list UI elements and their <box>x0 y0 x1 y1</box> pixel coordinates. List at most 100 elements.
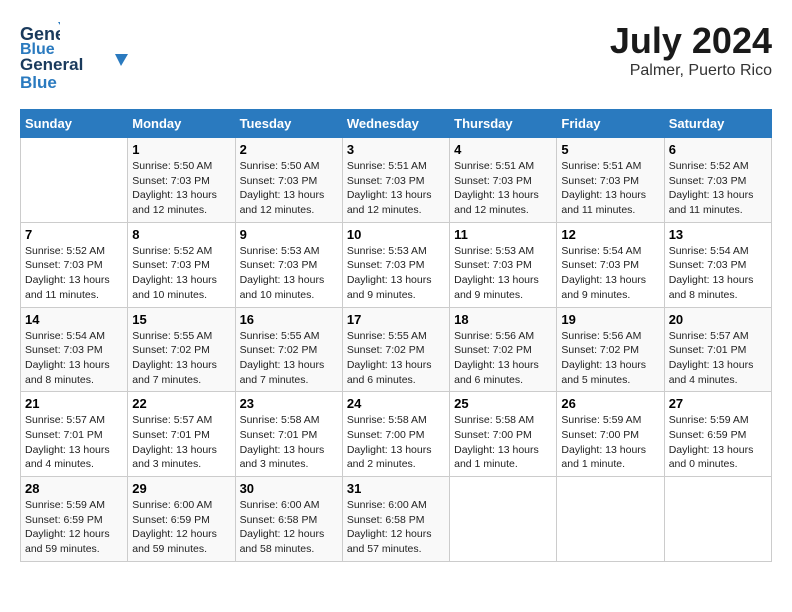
calendar-cell: 8 Sunrise: 5:52 AM Sunset: 7:03 PM Dayli… <box>128 222 235 307</box>
calendar-cell: 11 Sunrise: 5:53 AM Sunset: 7:03 PM Dayl… <box>450 222 557 307</box>
cell-info: Sunrise: 5:52 AM Sunset: 7:03 PM Dayligh… <box>132 244 230 303</box>
day-number: 22 <box>132 396 230 411</box>
calendar-cell: 4 Sunrise: 5:51 AM Sunset: 7:03 PM Dayli… <box>450 138 557 223</box>
col-monday: Monday <box>128 110 235 138</box>
calendar-cell <box>557 477 664 562</box>
day-number: 20 <box>669 312 767 327</box>
day-number: 16 <box>240 312 338 327</box>
calendar-cell: 27 Sunrise: 5:59 AM Sunset: 6:59 PM Dayl… <box>664 392 771 477</box>
calendar-cell: 23 Sunrise: 5:58 AM Sunset: 7:01 PM Dayl… <box>235 392 342 477</box>
cell-info: Sunrise: 5:53 AM Sunset: 7:03 PM Dayligh… <box>454 244 552 303</box>
header: General Blue General Blue July 2024 Palm… <box>20 20 772 99</box>
day-number: 31 <box>347 481 445 496</box>
day-number: 8 <box>132 227 230 242</box>
day-number: 26 <box>561 396 659 411</box>
calendar-cell: 12 Sunrise: 5:54 AM Sunset: 7:03 PM Dayl… <box>557 222 664 307</box>
month-title: July 2024 <box>610 20 772 62</box>
cell-info: Sunrise: 5:51 AM Sunset: 7:03 PM Dayligh… <box>454 159 552 218</box>
cell-info: Sunrise: 5:58 AM Sunset: 7:00 PM Dayligh… <box>454 413 552 472</box>
calendar-cell: 29 Sunrise: 6:00 AM Sunset: 6:59 PM Dayl… <box>128 477 235 562</box>
calendar-cell <box>450 477 557 562</box>
calendar-cell: 13 Sunrise: 5:54 AM Sunset: 7:03 PM Dayl… <box>664 222 771 307</box>
day-number: 3 <box>347 142 445 157</box>
calendar-cell: 16 Sunrise: 5:55 AM Sunset: 7:02 PM Dayl… <box>235 307 342 392</box>
calendar-cell: 6 Sunrise: 5:52 AM Sunset: 7:03 PM Dayli… <box>664 138 771 223</box>
cell-info: Sunrise: 5:57 AM Sunset: 7:01 PM Dayligh… <box>25 413 123 472</box>
svg-text:General: General <box>20 55 83 74</box>
calendar-cell: 17 Sunrise: 5:55 AM Sunset: 7:02 PM Dayl… <box>342 307 449 392</box>
cell-info: Sunrise: 5:55 AM Sunset: 7:02 PM Dayligh… <box>240 329 338 388</box>
col-thursday: Thursday <box>450 110 557 138</box>
day-number: 10 <box>347 227 445 242</box>
cell-info: Sunrise: 5:54 AM Sunset: 7:03 PM Dayligh… <box>669 244 767 303</box>
day-number: 18 <box>454 312 552 327</box>
calendar-cell: 10 Sunrise: 5:53 AM Sunset: 7:03 PM Dayl… <box>342 222 449 307</box>
day-number: 25 <box>454 396 552 411</box>
day-number: 24 <box>347 396 445 411</box>
day-number: 5 <box>561 142 659 157</box>
calendar-cell: 31 Sunrise: 6:00 AM Sunset: 6:58 PM Dayl… <box>342 477 449 562</box>
day-number: 9 <box>240 227 338 242</box>
day-number: 1 <box>132 142 230 157</box>
header-row: Sunday Monday Tuesday Wednesday Thursday… <box>21 110 772 138</box>
calendar-cell: 3 Sunrise: 5:51 AM Sunset: 7:03 PM Dayli… <box>342 138 449 223</box>
day-number: 30 <box>240 481 338 496</box>
calendar-cell: 1 Sunrise: 5:50 AM Sunset: 7:03 PM Dayli… <box>128 138 235 223</box>
calendar-cell: 14 Sunrise: 5:54 AM Sunset: 7:03 PM Dayl… <box>21 307 128 392</box>
cell-info: Sunrise: 5:56 AM Sunset: 7:02 PM Dayligh… <box>454 329 552 388</box>
week-row-2: 7 Sunrise: 5:52 AM Sunset: 7:03 PM Dayli… <box>21 222 772 307</box>
cell-info: Sunrise: 5:59 AM Sunset: 7:00 PM Dayligh… <box>561 413 659 472</box>
location-title: Palmer, Puerto Rico <box>610 62 772 80</box>
day-number: 21 <box>25 396 123 411</box>
cell-info: Sunrise: 5:53 AM Sunset: 7:03 PM Dayligh… <box>347 244 445 303</box>
day-number: 7 <box>25 227 123 242</box>
logo: General Blue General Blue <box>20 20 130 99</box>
cell-info: Sunrise: 5:54 AM Sunset: 7:03 PM Dayligh… <box>25 329 123 388</box>
cell-info: Sunrise: 5:55 AM Sunset: 7:02 PM Dayligh… <box>132 329 230 388</box>
calendar-cell: 30 Sunrise: 6:00 AM Sunset: 6:58 PM Dayl… <box>235 477 342 562</box>
cell-info: Sunrise: 5:53 AM Sunset: 7:03 PM Dayligh… <box>240 244 338 303</box>
calendar-cell: 18 Sunrise: 5:56 AM Sunset: 7:02 PM Dayl… <box>450 307 557 392</box>
cell-info: Sunrise: 6:00 AM Sunset: 6:58 PM Dayligh… <box>240 498 338 557</box>
week-row-1: 1 Sunrise: 5:50 AM Sunset: 7:03 PM Dayli… <box>21 138 772 223</box>
calendar-cell: 26 Sunrise: 5:59 AM Sunset: 7:00 PM Dayl… <box>557 392 664 477</box>
calendar-cell: 5 Sunrise: 5:51 AM Sunset: 7:03 PM Dayli… <box>557 138 664 223</box>
calendar-table: Sunday Monday Tuesday Wednesday Thursday… <box>20 109 772 562</box>
cell-info: Sunrise: 5:50 AM Sunset: 7:03 PM Dayligh… <box>240 159 338 218</box>
cell-info: Sunrise: 5:58 AM Sunset: 7:01 PM Dayligh… <box>240 413 338 472</box>
calendar-cell: 9 Sunrise: 5:53 AM Sunset: 7:03 PM Dayli… <box>235 222 342 307</box>
calendar-cell: 28 Sunrise: 5:59 AM Sunset: 6:59 PM Dayl… <box>21 477 128 562</box>
day-number: 6 <box>669 142 767 157</box>
week-row-3: 14 Sunrise: 5:54 AM Sunset: 7:03 PM Dayl… <box>21 307 772 392</box>
calendar-cell <box>21 138 128 223</box>
calendar-cell: 25 Sunrise: 5:58 AM Sunset: 7:00 PM Dayl… <box>450 392 557 477</box>
day-number: 29 <box>132 481 230 496</box>
day-number: 23 <box>240 396 338 411</box>
day-number: 4 <box>454 142 552 157</box>
cell-info: Sunrise: 5:52 AM Sunset: 7:03 PM Dayligh… <box>25 244 123 303</box>
calendar-cell: 20 Sunrise: 5:57 AM Sunset: 7:01 PM Dayl… <box>664 307 771 392</box>
day-number: 27 <box>669 396 767 411</box>
week-row-4: 21 Sunrise: 5:57 AM Sunset: 7:01 PM Dayl… <box>21 392 772 477</box>
cell-info: Sunrise: 5:50 AM Sunset: 7:03 PM Dayligh… <box>132 159 230 218</box>
col-saturday: Saturday <box>664 110 771 138</box>
svg-text:Blue: Blue <box>20 73 57 92</box>
calendar-cell: 2 Sunrise: 5:50 AM Sunset: 7:03 PM Dayli… <box>235 138 342 223</box>
logo-icon: General Blue <box>20 20 60 56</box>
cell-info: Sunrise: 5:52 AM Sunset: 7:03 PM Dayligh… <box>669 159 767 218</box>
day-number: 12 <box>561 227 659 242</box>
col-wednesday: Wednesday <box>342 110 449 138</box>
calendar-cell: 19 Sunrise: 5:56 AM Sunset: 7:02 PM Dayl… <box>557 307 664 392</box>
cell-info: Sunrise: 6:00 AM Sunset: 6:58 PM Dayligh… <box>347 498 445 557</box>
cell-info: Sunrise: 5:57 AM Sunset: 7:01 PM Dayligh… <box>132 413 230 472</box>
day-number: 15 <box>132 312 230 327</box>
calendar-cell: 22 Sunrise: 5:57 AM Sunset: 7:01 PM Dayl… <box>128 392 235 477</box>
cell-info: Sunrise: 5:58 AM Sunset: 7:00 PM Dayligh… <box>347 413 445 472</box>
cell-info: Sunrise: 5:55 AM Sunset: 7:02 PM Dayligh… <box>347 329 445 388</box>
cell-info: Sunrise: 6:00 AM Sunset: 6:59 PM Dayligh… <box>132 498 230 557</box>
calendar-cell: 15 Sunrise: 5:55 AM Sunset: 7:02 PM Dayl… <box>128 307 235 392</box>
day-number: 17 <box>347 312 445 327</box>
cell-info: Sunrise: 5:59 AM Sunset: 6:59 PM Dayligh… <box>669 413 767 472</box>
day-number: 11 <box>454 227 552 242</box>
title-area: July 2024 Palmer, Puerto Rico <box>610 20 772 80</box>
